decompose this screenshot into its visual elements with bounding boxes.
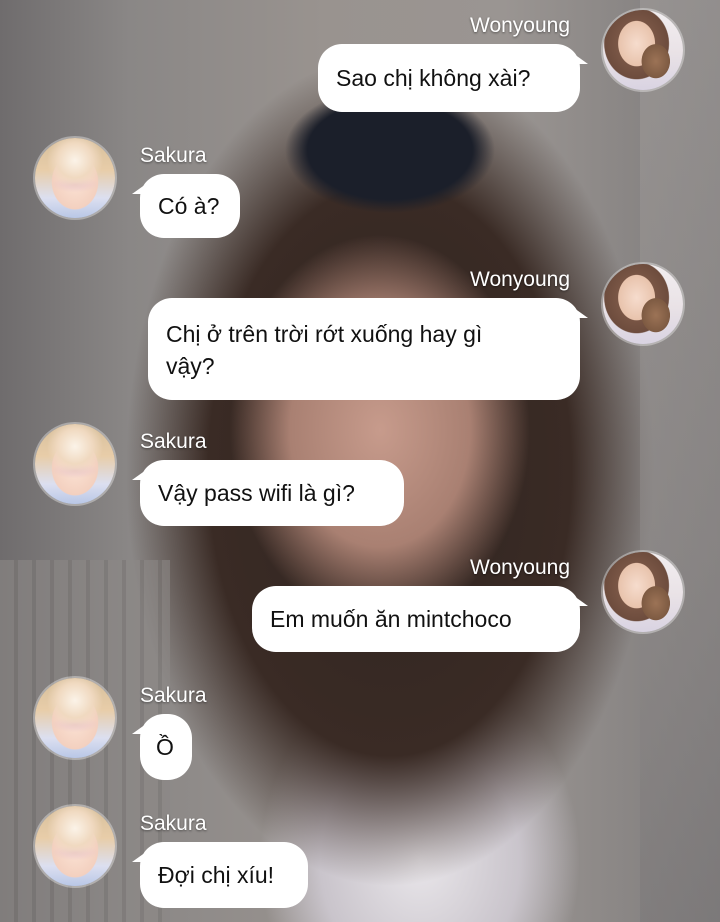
message-bubble[interactable]: Vậy pass wifi là gì? bbox=[132, 460, 404, 526]
background-wall bbox=[640, 0, 720, 922]
sakura-avatar[interactable] bbox=[35, 806, 115, 886]
message-bubble[interactable]: Sao chị không xài? bbox=[318, 44, 588, 112]
message-text: Đợi chị xíu! bbox=[158, 862, 275, 888]
sakura-avatar[interactable] bbox=[35, 138, 115, 218]
message-text: Em muốn ăn mintchoco bbox=[270, 606, 512, 632]
message-text: Sao chị không xài? bbox=[336, 65, 531, 91]
wonyoung-avatar[interactable] bbox=[603, 552, 683, 632]
message-text: Có à? bbox=[158, 193, 220, 219]
wonyoung-avatar[interactable] bbox=[603, 264, 683, 344]
message-bubble[interactable]: Có à? bbox=[132, 174, 240, 238]
message-text: vậy? bbox=[166, 353, 215, 379]
message-text: Vậy pass wifi là gì? bbox=[158, 480, 355, 506]
sakura-avatar[interactable] bbox=[35, 424, 115, 504]
sender-name: Wonyoung bbox=[470, 14, 571, 37]
sender-name: Sakura bbox=[140, 144, 207, 167]
message-bubble[interactable]: Em muốn ăn mintchoco bbox=[252, 586, 588, 652]
sender-name: Sakura bbox=[140, 430, 207, 453]
sender-name: Sakura bbox=[140, 684, 207, 707]
message-text: Chị ở trên trời rớt xuống hay gì bbox=[166, 321, 483, 347]
sender-name: Wonyoung bbox=[470, 556, 571, 579]
sender-name: Sakura bbox=[140, 812, 207, 835]
message-bubble[interactable]: Ồ bbox=[132, 714, 192, 780]
wonyoung-avatar[interactable] bbox=[603, 10, 683, 90]
sakura-avatar[interactable] bbox=[35, 678, 115, 758]
sender-name: Wonyoung bbox=[470, 268, 571, 291]
message-text: Ồ bbox=[156, 734, 174, 760]
message-bubble[interactable]: Đợi chị xíu! bbox=[132, 842, 308, 908]
message-bubble[interactable]: Chị ở trên trời rớt xuống hay gì vậy? bbox=[148, 298, 588, 400]
